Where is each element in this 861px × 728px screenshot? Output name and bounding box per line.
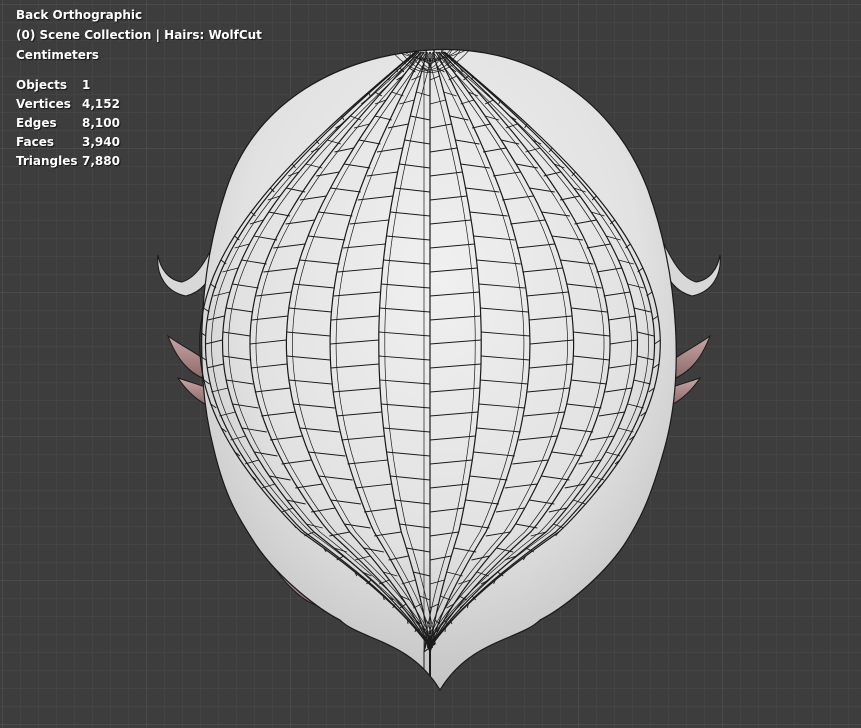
stat-value: 8,100 [82, 116, 120, 130]
stat-row-edges: Edges 8,100 [16, 114, 262, 133]
stat-row-faces: Faces 3,940 [16, 133, 262, 152]
stat-value: 3,940 [82, 135, 120, 149]
3d-viewport[interactable]: Back Orthographic (0) Scene Collection |… [0, 0, 861, 728]
units-label: Centimeters [16, 48, 99, 62]
stat-label: Objects [16, 78, 68, 92]
stat-label: Triangles [16, 154, 78, 168]
stat-row-objects: Objects 1 [16, 76, 262, 95]
collection-info: (0) Scene Collection | Hairs: WolfCut [16, 28, 262, 42]
stat-label: Vertices [16, 97, 71, 111]
view-name: Back Orthographic [16, 8, 143, 22]
viewport-info-overlay: Back Orthographic (0) Scene Collection |… [16, 5, 262, 171]
stat-value: 1 [82, 78, 91, 92]
stat-value: 4,152 [82, 97, 120, 111]
stat-value: 7,880 [82, 154, 120, 168]
stat-row-triangles: Triangles 7,880 [16, 152, 262, 171]
hair-shell [201, 48, 677, 692]
stat-row-vertices: Vertices 4,152 [16, 95, 262, 114]
mesh-statistics: Objects 1 Vertices 4,152 Edges 8,100 Fac… [16, 76, 262, 171]
stat-label: Edges [16, 116, 57, 130]
stat-label: Faces [16, 135, 54, 149]
